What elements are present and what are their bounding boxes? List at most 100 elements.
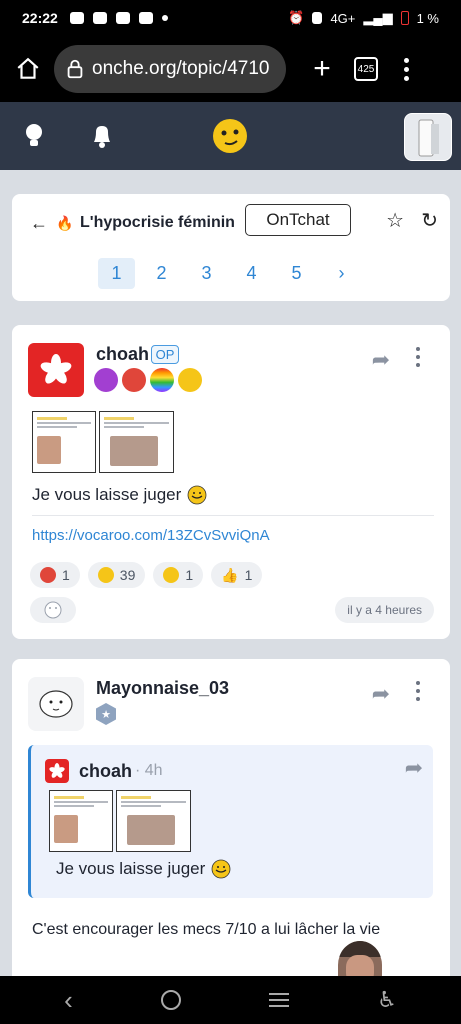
battery-low-icon — [400, 11, 409, 25]
post-card: choah OP ➦ Je vous laisse juger https://… — [12, 325, 450, 639]
reaction-thumbs-up[interactable]: 👍 1 — [211, 562, 263, 588]
reaction-laugh[interactable]: 39 — [87, 562, 146, 588]
reaction-bar: 1 39 1 👍 1 — [30, 562, 263, 588]
quote-text: Je vous laisse juger — [56, 859, 206, 878]
topic-title: L'hypocrisie féminin — [80, 214, 235, 231]
lightbulb-icon[interactable] — [22, 122, 46, 150]
post-text: Je vous laisse juger — [32, 485, 182, 504]
back-chevron-icon[interactable]: ‹ — [64, 985, 73, 1016]
topic-header-card: ← 🔥 L'hypocrisie féminin OnTchat ☆ ↻ 1 2… — [12, 194, 450, 301]
browser-toolbar: onche.org/topic/4710 + 425 — [0, 36, 461, 102]
more-notifications-icon — [161, 15, 168, 21]
android-navigation-bar: ‹ ♿ — [0, 976, 461, 1024]
user-avatar[interactable] — [404, 113, 452, 161]
hong-kong-flag-icon — [49, 763, 65, 778]
photos-icon — [69, 12, 84, 24]
home-button[interactable] — [10, 51, 46, 87]
signal-icon: ▂▄▆ — [363, 10, 393, 25]
page-3-button[interactable]: 3 — [188, 258, 225, 289]
post-text: C'est encourager les mecs 7/10 a lui lâc… — [32, 921, 381, 938]
angry-emoji-icon — [40, 567, 56, 583]
ontchat-button[interactable]: OnTchat — [245, 204, 351, 236]
svg-text:★: ★ — [101, 709, 111, 721]
site-header — [0, 102, 461, 170]
notification-icons — [69, 12, 168, 24]
battery-percent: 1 % — [416, 10, 439, 26]
home-icon — [17, 57, 39, 79]
quote-time: · 4h — [135, 762, 163, 779]
image-thumbnail-2[interactable] — [99, 411, 174, 473]
divider — [32, 515, 434, 516]
new-tab-button[interactable]: + — [304, 51, 340, 87]
vocaroo-link[interactable]: https://vocaroo.com/13ZCvSvviQnA — [32, 527, 270, 544]
star-hexagon-badge-icon: ★ — [96, 703, 116, 725]
refresh-icon[interactable]: ↻ — [421, 208, 438, 233]
network-type: 4G+ — [330, 10, 356, 26]
op-badge: OP — [151, 345, 179, 364]
page-1-button[interactable]: 1 — [98, 258, 135, 289]
add-reaction-icon — [44, 601, 62, 619]
yawn-emoji-badge-icon — [178, 368, 202, 392]
image-thumbnail-1[interactable] — [32, 411, 96, 473]
clown-badge-icon — [122, 368, 146, 392]
quoted-post: choah · 4h ➦ Je vous laisse juger — [28, 745, 433, 898]
smiley-emoji-icon — [187, 485, 207, 505]
post-timestamp: il y a 4 heures — [335, 597, 434, 623]
accessibility-icon[interactable]: ♿ — [377, 987, 397, 1013]
add-reaction-button[interactable] — [30, 597, 76, 623]
share-arrow-icon[interactable]: ➦ — [372, 347, 390, 373]
rainbow-badge-icon — [150, 368, 174, 392]
post-menu-button[interactable] — [416, 347, 422, 367]
post-menu-button[interactable] — [416, 681, 422, 701]
post-body: Je vous laisse juger — [32, 485, 207, 505]
smiley-emoji-icon — [211, 859, 231, 879]
youtube-icon — [138, 12, 153, 24]
favorite-star-icon[interactable]: ☆ — [386, 208, 404, 233]
reaction-angry[interactable]: 1 — [30, 562, 80, 588]
page-4-button[interactable]: 4 — [233, 258, 270, 289]
next-page-button[interactable]: › — [323, 258, 360, 289]
thumbs-up-icon: 👍 — [221, 566, 239, 583]
post-card: Mayonnaise_03 ★ ➦ choah · 4h ➦ Je vous l… — [12, 659, 450, 989]
page-2-button[interactable]: 2 — [143, 258, 180, 289]
discord-icon — [115, 12, 130, 24]
share-arrow-icon[interactable]: ➦ — [405, 755, 423, 781]
bell-icon[interactable] — [90, 122, 114, 150]
image-thumbnail-2[interactable] — [116, 790, 191, 852]
pagination: 1 2 3 4 5 › — [98, 258, 360, 289]
vibrate-icon — [312, 12, 323, 24]
browser-menu-button[interactable] — [396, 51, 416, 87]
hong-kong-flag-icon — [40, 354, 72, 384]
alarm-icon: ⏰ — [288, 10, 305, 25]
author-avatar[interactable] — [28, 343, 84, 397]
author-name[interactable]: choah — [96, 344, 149, 365]
user-badges — [94, 368, 202, 392]
flame-icon: 🔥 — [56, 214, 74, 231]
status-bar: 22:22 ⏰ 4G+ ▂▄▆ 1 % — [0, 0, 461, 36]
quote-author-avatar[interactable] — [45, 759, 69, 783]
home-circle-icon[interactable] — [160, 990, 181, 1010]
clock: 22:22 — [22, 10, 58, 26]
author-avatar[interactable] — [28, 677, 84, 731]
share-arrow-icon[interactable]: ➦ — [372, 681, 390, 707]
quote-author-name[interactable]: choah — [79, 761, 132, 782]
surprised-emoji-icon — [163, 567, 180, 583]
address-bar[interactable]: onche.org/topic/4710 — [54, 45, 286, 93]
user-badges: ★ — [94, 702, 118, 726]
url-text: onche.org/topic/4710 — [92, 58, 270, 79]
onche-logo-smiley[interactable] — [212, 118, 248, 154]
page-5-button[interactable]: 5 — [278, 258, 315, 289]
tab-switcher-button[interactable]: 425 — [354, 57, 378, 81]
quote-body: Je vous laisse juger — [56, 859, 231, 879]
blob-face-icon — [39, 690, 73, 718]
back-arrow-icon[interactable]: ← — [30, 213, 50, 234]
lock-icon — [67, 59, 83, 79]
wii-console-icon — [418, 119, 439, 157]
laugh-emoji-icon — [97, 567, 114, 583]
plus-icon: + — [313, 52, 331, 85]
reaction-surprised[interactable]: 1 — [153, 562, 204, 588]
image-thumbnail-1[interactable] — [49, 790, 113, 852]
author-name[interactable]: Mayonnaise_03 — [96, 678, 229, 699]
spiral-badge-icon — [94, 368, 118, 392]
recent-apps-icon[interactable] — [269, 993, 290, 1007]
